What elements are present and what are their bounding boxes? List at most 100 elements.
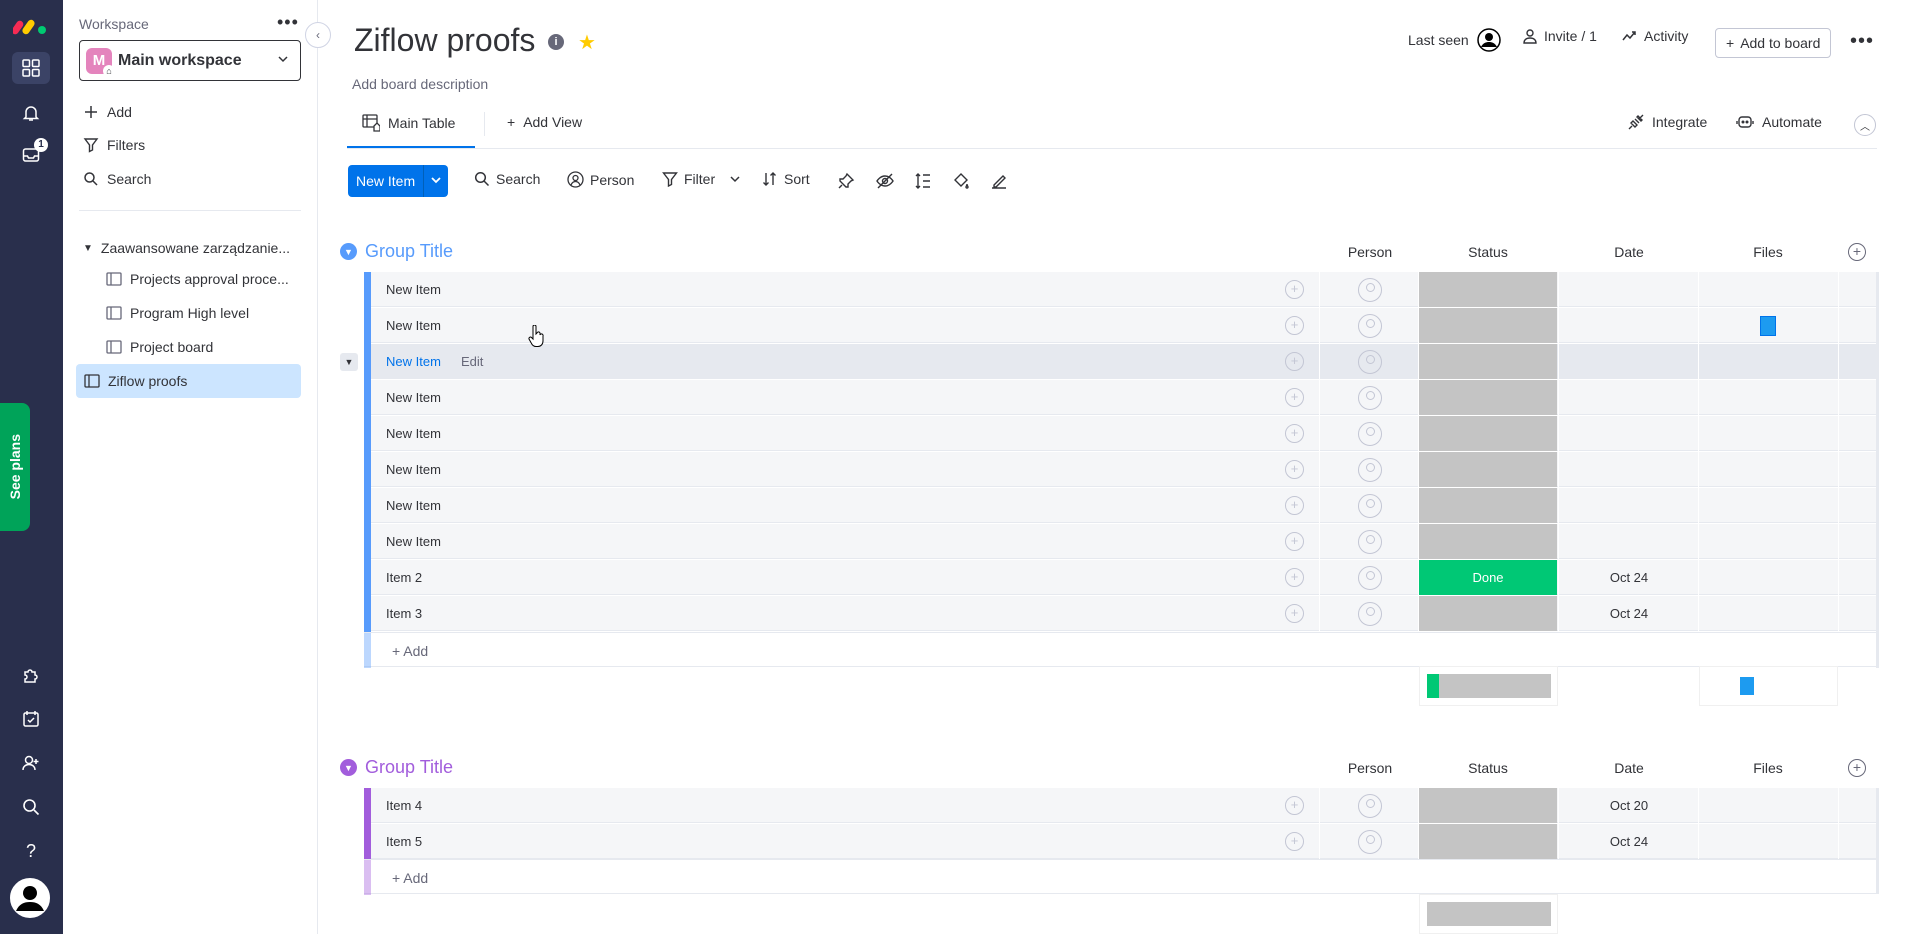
table-row[interactable]: New Item + — [364, 524, 1876, 560]
scrollbar[interactable] — [1876, 272, 1879, 668]
status-cell[interactable] — [1419, 524, 1557, 559]
workspace-selector[interactable]: M ⌂ Main workspace — [79, 40, 301, 81]
person-avatar-icon[interactable] — [1358, 494, 1382, 518]
person-avatar-icon[interactable] — [1358, 386, 1382, 410]
column-header-status[interactable]: Status — [1419, 244, 1557, 260]
table-row[interactable]: Item 2 + Done Oct 24 — [364, 560, 1876, 596]
item-name[interactable]: Item 3 — [386, 606, 422, 621]
add-column-icon[interactable]: + — [1848, 759, 1866, 777]
table-row[interactable]: New Item + — [364, 488, 1876, 524]
edit-pen-icon[interactable] — [990, 172, 1008, 190]
table-row[interactable]: New Item + — [364, 380, 1876, 416]
status-cell[interactable] — [1419, 788, 1557, 823]
add-update-icon[interactable]: + — [1285, 796, 1304, 815]
search-toolbar-button[interactable]: Search — [474, 171, 540, 187]
calendar-check-icon[interactable] — [16, 704, 46, 734]
pin-icon[interactable] — [837, 172, 855, 190]
more-options-icon[interactable]: ••• — [1850, 30, 1874, 53]
add-button[interactable]: Add — [83, 104, 132, 120]
column-header-date[interactable]: Date — [1559, 760, 1699, 776]
add-update-icon[interactable]: + — [1285, 388, 1304, 407]
search-button[interactable]: Search — [83, 171, 151, 187]
table-row[interactable]: Item 3 + Oct 24 — [364, 596, 1876, 632]
add-update-icon[interactable]: + — [1285, 496, 1304, 515]
status-cell[interactable] — [1419, 596, 1557, 631]
info-icon[interactable]: i — [548, 34, 564, 50]
column-header-person[interactable]: Person — [1330, 244, 1410, 260]
item-name[interactable]: New Item — [386, 390, 441, 405]
group-title[interactable]: Group Title — [365, 757, 453, 778]
group-header[interactable]: ▼ Group Title — [340, 757, 453, 778]
person-avatar-icon[interactable] — [1358, 458, 1382, 482]
group-header[interactable]: ▼ Group Title — [340, 241, 453, 262]
column-header-files[interactable]: Files — [1698, 760, 1838, 776]
status-cell[interactable] — [1419, 488, 1557, 523]
add-update-icon[interactable]: + — [1285, 352, 1304, 371]
sidebar-board-item[interactable]: Project board — [106, 339, 301, 355]
tab-main-table[interactable]: Main Table — [362, 114, 455, 132]
board-title[interactable]: Ziflow proofs — [354, 22, 535, 59]
invite-user-icon[interactable] — [16, 748, 46, 778]
add-item-row[interactable]: + Add — [364, 632, 1876, 668]
item-name[interactable]: Item 5 — [386, 834, 422, 849]
column-header-person[interactable]: Person — [1330, 760, 1410, 776]
person-avatar-icon[interactable] — [1358, 566, 1382, 590]
add-update-icon[interactable]: + — [1285, 280, 1304, 299]
status-cell[interactable] — [1419, 308, 1557, 343]
table-row[interactable]: New Item + — [364, 452, 1876, 488]
scrollbar[interactable] — [1876, 788, 1879, 894]
filter-toolbar-button[interactable]: Filter — [662, 171, 747, 187]
add-update-icon[interactable]: + — [1285, 604, 1304, 623]
add-column-icon[interactable]: + — [1848, 243, 1866, 261]
activity-button[interactable]: Activity — [1622, 28, 1688, 44]
person-avatar-icon[interactable] — [1358, 530, 1382, 554]
column-header-status[interactable]: Status — [1419, 760, 1557, 776]
person-avatar-icon[interactable] — [1358, 602, 1382, 626]
add-view-button[interactable]: + Add View — [507, 114, 582, 130]
table-row[interactable]: New Item Edit + — [364, 344, 1876, 380]
date-cell[interactable]: Oct 24 — [1559, 570, 1699, 585]
sort-toolbar-button[interactable]: Sort — [762, 171, 810, 187]
item-name[interactable]: New Item — [386, 354, 441, 369]
bell-icon[interactable] — [16, 98, 46, 128]
help-icon[interactable]: ? — [16, 836, 46, 866]
hide-icon[interactable] — [876, 172, 894, 190]
monday-logo-icon[interactable] — [13, 14, 49, 36]
status-cell[interactable] — [1419, 380, 1557, 415]
add-update-icon[interactable]: + — [1285, 568, 1304, 587]
status-cell[interactable] — [1419, 452, 1557, 487]
folder-item[interactable]: ▼ Zaawansowane zarządzanie... — [83, 240, 290, 256]
add-to-board-button[interactable]: + Add to board — [1715, 28, 1832, 58]
table-row[interactable]: Item 5 + Oct 24 — [364, 824, 1876, 860]
sidebar-board-item[interactable]: Program High level — [106, 305, 301, 321]
person-avatar-icon[interactable] — [1358, 278, 1382, 302]
collapse-header-icon[interactable]: ︿ — [1854, 114, 1876, 136]
group-title[interactable]: Group Title — [365, 241, 453, 262]
board-description[interactable]: Add board description — [352, 76, 488, 92]
add-update-icon[interactable]: + — [1285, 460, 1304, 479]
add-update-icon[interactable]: + — [1285, 424, 1304, 443]
item-name[interactable]: New Item — [386, 282, 441, 297]
row-menu-chevron-icon[interactable]: ▼ — [340, 353, 358, 371]
status-cell[interactable] — [1419, 344, 1557, 379]
item-name[interactable]: New Item — [386, 534, 441, 549]
apps-grid-icon[interactable] — [12, 52, 50, 84]
group-collapse-icon[interactable]: ▼ — [340, 759, 357, 776]
collapse-sidebar-button[interactable]: ‹ — [305, 22, 331, 48]
person-avatar-icon[interactable] — [1358, 422, 1382, 446]
search-icon[interactable] — [16, 792, 46, 822]
item-name[interactable]: New Item — [386, 426, 441, 441]
puzzle-icon[interactable] — [16, 660, 46, 690]
automate-button[interactable]: Automate — [1736, 114, 1822, 130]
column-header-files[interactable]: Files — [1698, 244, 1838, 260]
date-cell[interactable]: Oct 24 — [1559, 606, 1699, 621]
table-row[interactable]: Item 4 + Oct 20 — [364, 788, 1876, 824]
add-update-icon[interactable]: + — [1285, 532, 1304, 551]
date-cell[interactable]: Oct 24 — [1559, 834, 1699, 849]
person-toolbar-button[interactable]: Person — [567, 171, 634, 188]
add-update-icon[interactable]: + — [1285, 832, 1304, 851]
row-height-icon[interactable] — [914, 172, 932, 190]
paint-bucket-icon[interactable] — [952, 172, 970, 190]
person-avatar-icon[interactable] — [1358, 794, 1382, 818]
file-thumbnail-icon[interactable] — [1740, 677, 1754, 695]
